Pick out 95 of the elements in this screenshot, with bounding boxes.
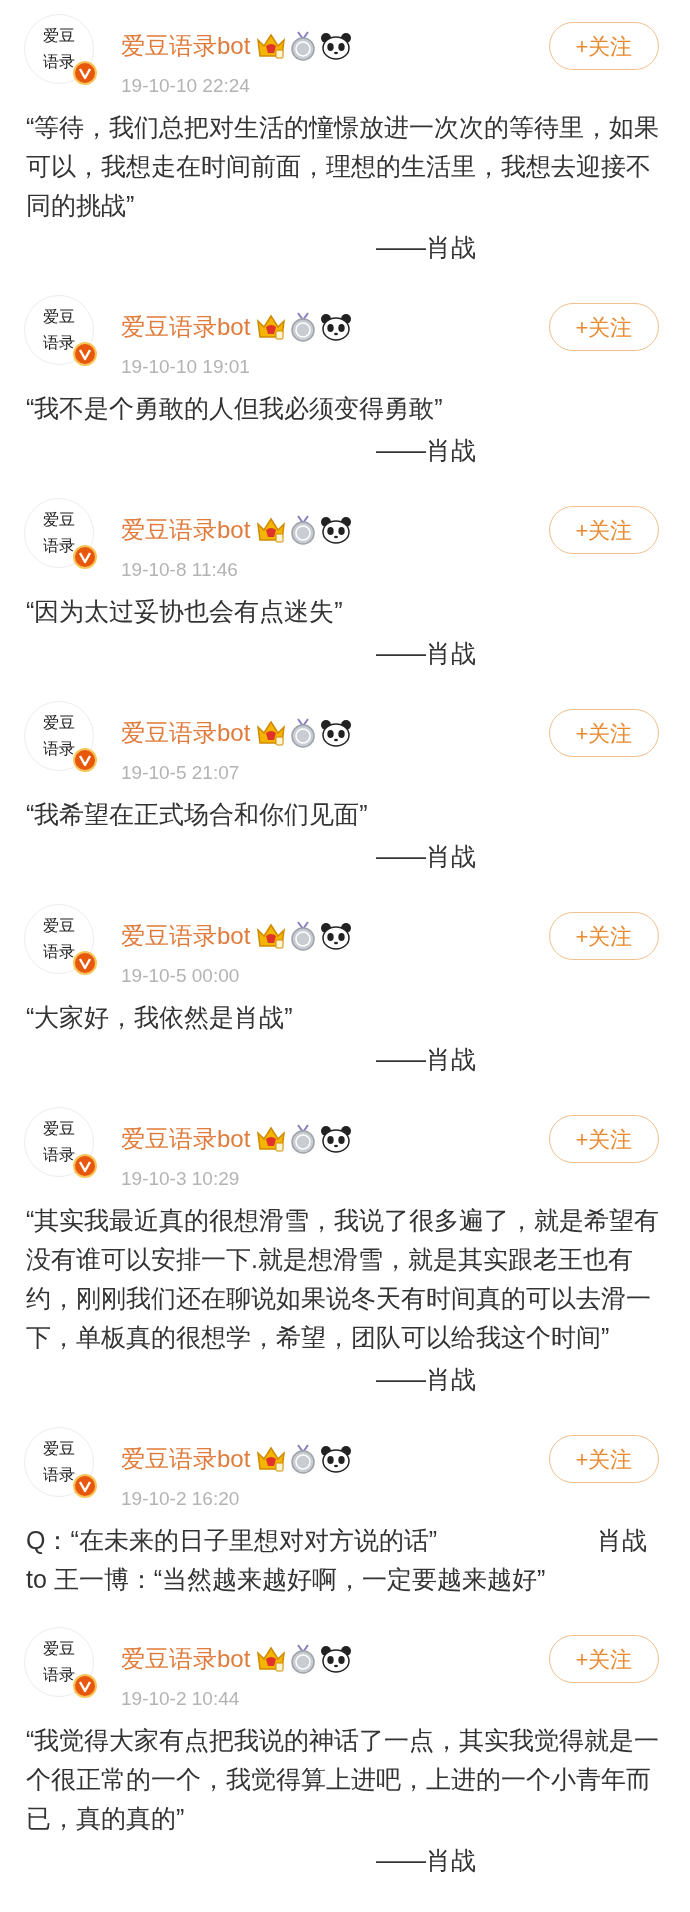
panda-icon <box>320 922 353 950</box>
avatar[interactable]: 爱豆 语录 <box>24 14 94 84</box>
avatar-text: 爱豆 <box>43 25 75 47</box>
post-text: “我不是个勇敢的人但我必须变得勇敢” <box>25 393 444 424</box>
post-time: 19-10-5 00:00 <box>121 964 241 988</box>
avatar-text: 语录 <box>43 1464 75 1486</box>
avatar-text: 语录 <box>43 941 75 963</box>
panda-icon <box>320 516 353 544</box>
user-name[interactable]: 爱豆语录bot <box>121 512 251 548</box>
avatar[interactable]: 爱豆 语录 <box>24 1427 94 1497</box>
medal-icon <box>290 718 317 748</box>
follow-button[interactable]: +关注 <box>549 1435 659 1483</box>
post-text: “我希望在正式场合和你们见面” <box>25 799 369 830</box>
medal-icon <box>290 312 317 342</box>
verified-icon <box>73 61 97 85</box>
avatar-text: 爱豆 <box>43 1438 75 1460</box>
follow-button[interactable]: +关注 <box>549 1115 659 1163</box>
post-time: 19-10-8 11:46 <box>121 558 239 582</box>
avatar[interactable]: 爱豆 语录 <box>24 904 94 974</box>
post-text: “其实我最近真的很想滑雪，我说了很多遍了，就是希望有没有谁可以安排一下.就是想滑雪，就是其实跟老王也有约，刚刚我们还在聊说如果说冬天有时间真的可以去滑一下，单板真的很想学，希望，团队可以给我这个时间” <box>25 1205 661 1353</box>
crown-icon <box>256 719 287 747</box>
post-time: 19-10-5 21:07 <box>121 761 241 785</box>
medal-icon <box>290 921 317 951</box>
post-text: Q：“在未来的日子里想对对方说的话” 肖战 to 王一博：“当然越来越好啊，一定要越来越好” <box>25 1525 648 1595</box>
crown-icon <box>256 1125 287 1153</box>
avatar-text: 语录 <box>43 51 75 73</box>
avatar-text: 爱豆 <box>43 306 75 328</box>
medal-icon <box>290 1124 317 1154</box>
panda-icon <box>320 32 353 60</box>
follow-button[interactable]: +关注 <box>549 22 659 70</box>
avatar-text: 爱豆 <box>43 712 75 734</box>
verified-icon <box>73 1474 97 1498</box>
crown-icon <box>256 1645 287 1673</box>
post-text: “我觉得大家有点把我说的神话了一点，其实我觉得就是一个很正常的一个，我觉得算上进吧，上进的一个小青年而已，真的真的” <box>25 1725 661 1834</box>
avatar-text: 爱豆 <box>43 509 75 531</box>
post-time: 19-10-3 10:29 <box>121 1167 241 1191</box>
avatar-text: 语录 <box>43 1144 75 1166</box>
post-text: “等待，我们总把对生活的憧憬放进一次次的等待里，如果可以，我想走在时间前面，理想的生活里，我想去迎接不同的挑战” <box>25 112 661 221</box>
avatar-text: 语录 <box>43 738 75 760</box>
panda-icon <box>320 313 353 341</box>
signature: ——肖战 <box>376 639 476 667</box>
signature: ——肖战 <box>376 436 476 464</box>
post-text: “大家好，我依然是肖战” <box>25 1002 294 1033</box>
panda-icon <box>320 719 353 747</box>
follow-button[interactable]: +关注 <box>549 303 659 351</box>
avatar-text: 爱豆 <box>43 1638 75 1660</box>
avatar[interactable]: 爱豆 语录 <box>24 701 94 771</box>
signature: ——肖战 <box>376 1045 476 1073</box>
panda-icon <box>320 1645 353 1673</box>
avatar[interactable]: 爱豆 语录 <box>24 295 94 365</box>
post-time: 19-10-2 16:20 <box>121 1487 241 1511</box>
panda-icon <box>320 1445 353 1473</box>
avatar-text: 爱豆 <box>43 1118 75 1140</box>
panda-icon <box>320 1125 353 1153</box>
user-name[interactable]: 爱豆语录bot <box>121 309 251 345</box>
post-time: 19-10-2 10:44 <box>121 1687 241 1711</box>
avatar[interactable]: 爱豆 语录 <box>24 1627 94 1697</box>
avatar-text: 语录 <box>43 1664 75 1686</box>
signature: ——肖战 <box>376 233 476 261</box>
avatar-text: 语录 <box>43 332 75 354</box>
medal-icon <box>290 1644 317 1674</box>
crown-icon <box>256 922 287 950</box>
user-name[interactable]: 爱豆语录bot <box>121 918 251 954</box>
medal-icon <box>290 31 317 61</box>
user-name[interactable]: 爱豆语录bot <box>121 1641 251 1677</box>
verified-icon <box>73 1154 97 1178</box>
user-name[interactable]: 爱豆语录bot <box>121 1121 251 1157</box>
avatar-text: 爱豆 <box>43 915 75 937</box>
medal-icon <box>290 515 317 545</box>
crown-icon <box>256 32 287 60</box>
crown-icon <box>256 516 287 544</box>
verified-icon <box>73 748 97 772</box>
signature: ——肖战 <box>376 1365 476 1393</box>
medal-icon <box>290 1444 317 1474</box>
avatar[interactable]: 爱豆 语录 <box>24 498 94 568</box>
avatar-text: 语录 <box>43 535 75 557</box>
follow-button[interactable]: +关注 <box>549 912 659 960</box>
verified-icon <box>73 545 97 569</box>
follow-button[interactable]: +关注 <box>549 506 659 554</box>
signature: ——肖战 <box>376 1846 476 1874</box>
user-name[interactable]: 爱豆语录bot <box>121 1441 251 1477</box>
post-text: “因为太过妥协也会有点迷失” <box>25 596 344 627</box>
post-time: 19-10-10 19:01 <box>121 355 251 379</box>
crown-icon <box>256 1445 287 1473</box>
verified-icon <box>73 1674 97 1698</box>
verified-icon <box>73 951 97 975</box>
follow-button[interactable]: +关注 <box>549 709 659 757</box>
user-name[interactable]: 爱豆语录bot <box>121 28 251 64</box>
crown-icon <box>256 313 287 341</box>
user-name[interactable]: 爱豆语录bot <box>121 715 251 751</box>
post-time: 19-10-10 22:24 <box>121 74 251 98</box>
signature: ——肖战 <box>376 842 476 870</box>
verified-icon <box>73 342 97 366</box>
follow-button[interactable]: +关注 <box>549 1635 659 1683</box>
avatar[interactable]: 爱豆 语录 <box>24 1107 94 1177</box>
